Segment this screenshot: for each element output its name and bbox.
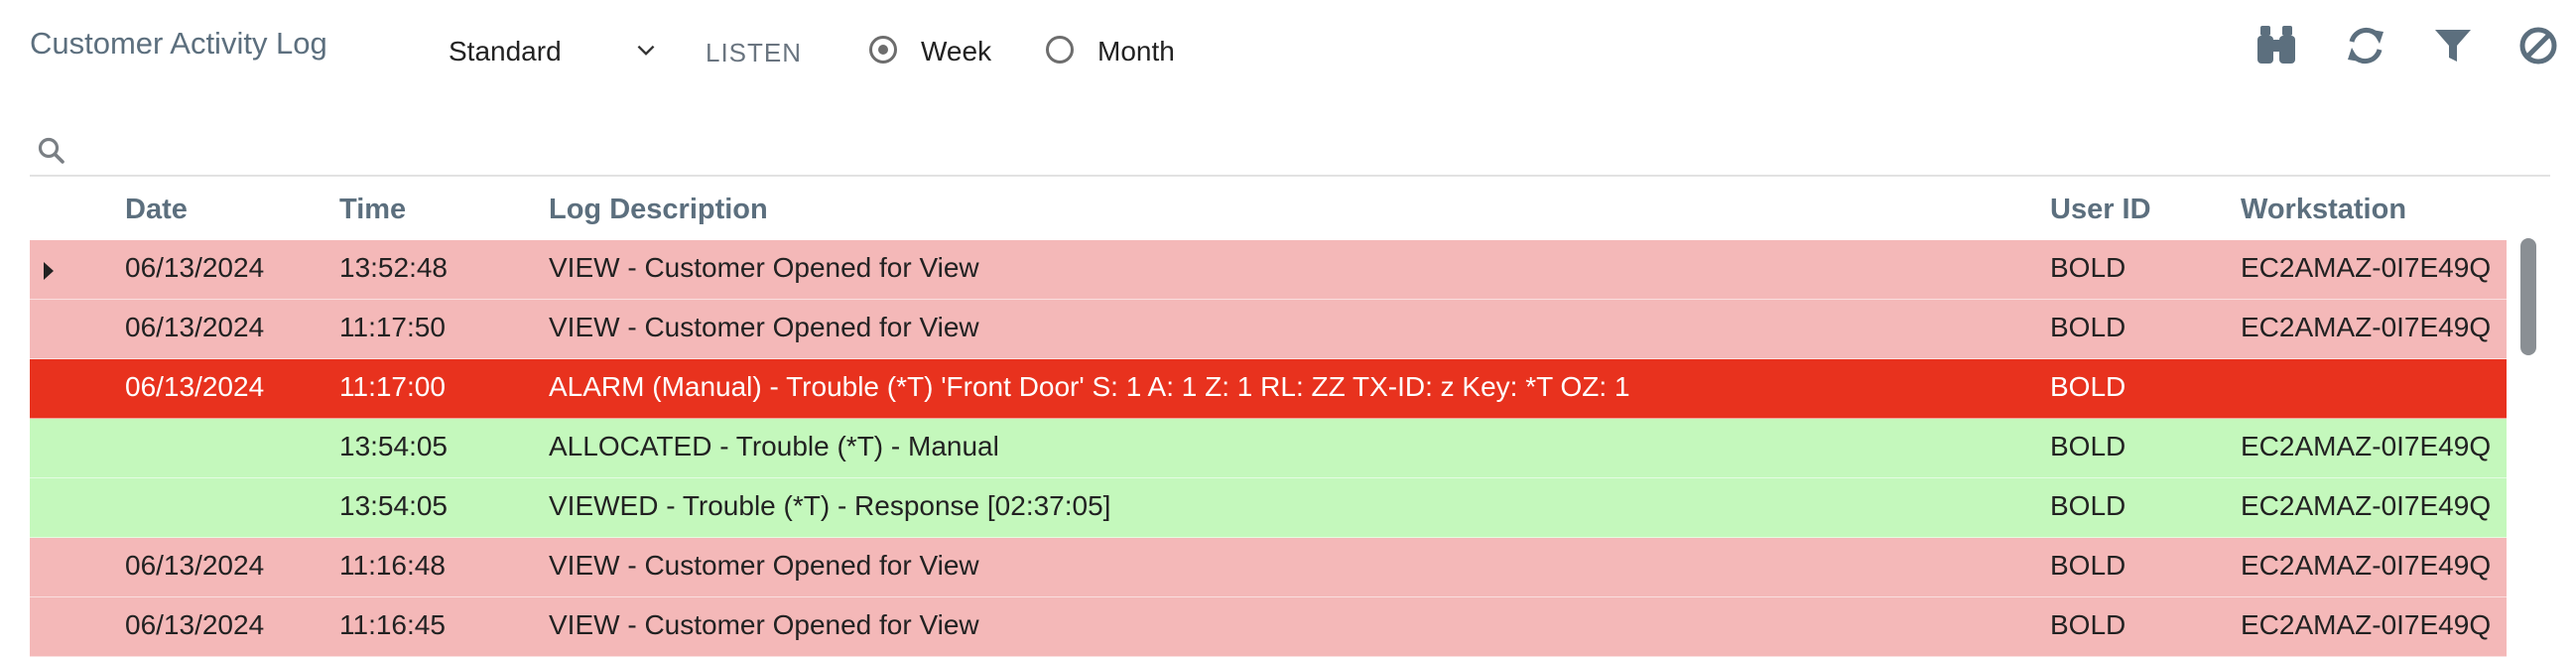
cell-date: 06/13/2024 <box>125 609 265 640</box>
table-row[interactable]: 13:54:05 VIEWED - Trouble (*T) - Response… <box>30 478 2507 538</box>
cell-date: 06/13/2024 <box>125 550 265 581</box>
cell-user-id: BOLD <box>2050 252 2126 283</box>
cell-user-id: BOLD <box>2050 371 2126 402</box>
radio-week-circle <box>869 36 897 64</box>
radio-month-circle <box>1046 36 1074 64</box>
table-row[interactable]: 06/13/2024 13:52:48 VIEW - Customer Opened… <box>30 240 2507 300</box>
search-icon <box>38 137 64 164</box>
cell-log-description: VIEW - Customer Opened for View <box>549 550 979 581</box>
column-header-date[interactable]: Date <box>125 194 188 226</box>
cell-time: 11:16:45 <box>339 609 446 640</box>
cell-user-id: BOLD <box>2050 550 2126 581</box>
search-bar[interactable] <box>30 129 2550 177</box>
activity-log-table: Date Time Log Description User ID Workst… <box>30 185 2507 657</box>
table-row[interactable]: 06/13/2024 11:17:50 VIEW - Customer Opened… <box>30 300 2507 359</box>
cell-workstation: EC2AMAZ-0I7E49Q <box>2241 312 2492 342</box>
radio-month-label: Month <box>1097 36 1175 66</box>
cell-time: 13:54:05 <box>339 490 448 521</box>
cell-workstation: EC2AMAZ-0I7E49Q <box>2241 252 2492 283</box>
cell-log-description: VIEWED - Trouble (*T) - Response [02:37:… <box>549 490 1111 521</box>
column-header-time[interactable]: Time <box>339 194 406 226</box>
radio-week-label: Week <box>921 36 992 66</box>
cell-workstation: EC2AMAZ-0I7E49Q <box>2241 609 2492 640</box>
cell-workstation: EC2AMAZ-0I7E49Q <box>2241 550 2492 581</box>
cell-log-description: ALARM (Manual) - Trouble (*T) 'Front Doo… <box>549 371 1630 402</box>
table-row[interactable]: 06/13/2024 11:17:00 ALARM (Manual) - Troub… <box>30 359 2507 419</box>
radio-week[interactable]: Week <box>869 32 1018 75</box>
cell-log-description: VIEW - Customer Opened for View <box>549 312 979 342</box>
column-header-user-id[interactable]: User ID <box>2050 194 2151 226</box>
cell-user-id: BOLD <box>2050 609 2126 640</box>
column-header-log-description[interactable]: Log Description <box>549 194 768 226</box>
row-expand-icon[interactable] <box>44 262 54 280</box>
cell-user-id: BOLD <box>2050 312 2126 342</box>
chevron-down-icon <box>637 45 655 56</box>
cell-time: 11:17:50 <box>339 312 446 342</box>
scrollbar[interactable] <box>2520 238 2536 657</box>
cell-date: 06/13/2024 <box>125 252 265 283</box>
cell-user-id: BOLD <box>2050 490 2126 521</box>
cell-log-description: VIEW - Customer Opened for View <box>549 609 979 640</box>
table-row[interactable]: 06/13/2024 11:16:48 VIEW - Customer Opened… <box>30 538 2507 597</box>
cell-log-description: ALLOCATED - Trouble (*T) - Manual <box>549 431 999 461</box>
cell-time: 13:54:05 <box>339 431 448 461</box>
view-select-value: Standard <box>449 36 562 66</box>
toolbar: Customer Activity Log Standard LISTEN We… <box>0 0 2576 109</box>
radio-selected-dot <box>878 45 888 55</box>
cell-date: 06/13/2024 <box>125 371 265 402</box>
scrollbar-thumb[interactable] <box>2520 238 2536 355</box>
block-icon[interactable] <box>2514 22 2562 69</box>
cell-log-description: VIEW - Customer Opened for View <box>549 252 979 283</box>
table-header: Date Time Log Description User ID Workst… <box>30 185 2507 240</box>
cell-workstation: EC2AMAZ-0I7E49Q <box>2241 490 2492 521</box>
cell-workstation: EC2AMAZ-0I7E49Q <box>2241 431 2492 461</box>
column-header-workstation[interactable]: Workstation <box>2241 194 2406 226</box>
table-row[interactable]: 13:54:05 ALLOCATED - Trouble (*T) - Manua… <box>30 419 2507 478</box>
cell-date: 06/13/2024 <box>125 312 265 342</box>
view-select[interactable]: Standard <box>449 32 667 75</box>
filter-icon[interactable] <box>2429 22 2477 69</box>
refresh-icon[interactable] <box>2342 22 2389 69</box>
table-row[interactable]: 06/13/2024 11:16:45 VIEW - Customer Opened… <box>30 597 2507 657</box>
radio-month[interactable]: Month <box>1046 32 1205 75</box>
cell-time: 11:16:48 <box>339 550 446 581</box>
cell-time: 13:52:48 <box>339 252 448 283</box>
page-title: Customer Activity Log <box>30 26 327 61</box>
cell-user-id: BOLD <box>2050 431 2126 461</box>
binoculars-icon[interactable] <box>2253 22 2300 69</box>
listen-button[interactable]: LISTEN <box>706 38 802 68</box>
cell-time: 11:17:00 <box>339 371 446 402</box>
table-body: 06/13/2024 13:52:48 VIEW - Customer Opened… <box>30 240 2507 657</box>
